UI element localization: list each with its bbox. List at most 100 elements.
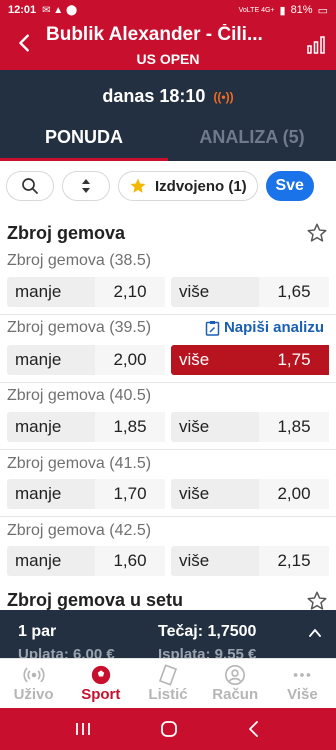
odd-under-button[interactable]: manje 1,85	[7, 412, 165, 442]
odd-label: više	[179, 350, 210, 369]
nav-item-racun[interactable]: Račun	[202, 659, 269, 708]
nav-label: Uživo	[13, 686, 54, 703]
ball-icon	[91, 665, 110, 685]
market-label: Zbroj gemova (42.5)	[7, 522, 152, 539]
edit-note-icon	[205, 320, 220, 336]
betslip-odds: Tečaj: 1,7500	[158, 623, 256, 641]
system-back-icon[interactable]	[245, 720, 263, 738]
market-label: Zbroj gemova (41.5)	[7, 455, 152, 472]
status-right: VoLTE 4G+ ▮ 81% ▭	[239, 4, 328, 17]
odd-value: 2,00	[95, 345, 165, 375]
search-button[interactable]	[6, 171, 54, 201]
odd-label: manje	[15, 417, 62, 436]
tab-ponuda[interactable]: PONUDA	[0, 118, 168, 161]
odd-value: 1,75	[259, 345, 329, 375]
app-header: Bublik Alexander - Čili... US OPEN	[0, 20, 336, 70]
battery-label: 81%	[290, 4, 313, 16]
divider	[0, 516, 336, 517]
sort-button[interactable]	[62, 171, 110, 201]
odd-label: više	[179, 417, 210, 436]
odd-value: 1,85	[259, 412, 329, 442]
odd-value: 1,60	[95, 546, 165, 576]
divider	[0, 314, 336, 315]
notification-icons: ✉ ▲ ⬤	[42, 4, 78, 16]
odd-label: više	[179, 282, 210, 301]
battery-icon: ▭	[317, 4, 328, 17]
event-time: danas 18:10	[102, 86, 206, 106]
featured-filter-label: Izdvojeno (1)	[155, 177, 247, 195]
write-analysis-button[interactable]: Napiši analizu	[205, 319, 324, 336]
tab-bar: PONUDA ANALIZA (5)	[0, 118, 336, 161]
signal-icon: ▮	[279, 4, 286, 17]
betslip-stake: Uplata: 6,00 €	[18, 646, 115, 658]
page-subtitle: US OPEN	[136, 51, 200, 67]
tab-analiza[interactable]: ANALIZA (5)	[168, 118, 336, 161]
broadcast-icon: ((•))	[213, 89, 234, 104]
divider	[0, 382, 336, 383]
odd-label: manje	[15, 484, 62, 503]
betslip-pairs: 1 par	[18, 623, 57, 640]
sort-icon	[82, 179, 90, 193]
system-navigation-bar	[0, 708, 336, 750]
search-icon	[22, 178, 38, 194]
betslip-bar[interactable]: 1 par Tečaj: 1,7500 Uplata: 6,00 € Ispla…	[0, 610, 336, 658]
home-icon[interactable]	[159, 719, 179, 739]
odd-label: manje	[15, 350, 62, 369]
live-icon	[23, 667, 45, 683]
nav-item-vise[interactable]: Više	[269, 659, 336, 708]
betslip-payout: Isplata: 9,55 €	[158, 646, 257, 658]
event-bar: danas 18:10 ((•)) PONUDA ANALIZA (5)	[0, 70, 336, 161]
section-title-next: Zbroj gemova u setu	[7, 590, 184, 610]
odd-over-button-selected[interactable]: više 1,75	[171, 345, 329, 375]
betslip-odds-label: Tečaj:	[158, 623, 204, 640]
chevron-up-icon[interactable]	[308, 626, 322, 640]
network-label: VoLTE 4G+	[238, 6, 275, 14]
odd-under-button[interactable]: manje 1,70	[7, 479, 165, 509]
odd-over-button[interactable]: više 1,85	[171, 412, 329, 442]
odd-label: više	[179, 484, 210, 503]
odd-label: više	[179, 551, 210, 570]
odd-label: manje	[15, 551, 62, 570]
betslip-odds-value: 1,7500	[207, 623, 257, 640]
nav-item-uzivo[interactable]: Uživo	[0, 659, 67, 708]
status-time: 12:01	[8, 4, 37, 16]
nav-label: Listić	[148, 686, 188, 703]
statistics-icon[interactable]	[306, 34, 326, 54]
account-icon	[225, 665, 246, 685]
nav-item-listic[interactable]: Listić	[134, 659, 201, 708]
recent-apps-icon[interactable]	[73, 720, 93, 738]
odd-value: 2,15	[259, 546, 329, 576]
status-bar: 12:01 ✉ ▲ ⬤ VoLTE 4G+ ▮ 81% ▭	[0, 0, 336, 20]
nav-label: Sport	[81, 686, 121, 703]
odd-over-button[interactable]: više 2,00	[171, 479, 329, 509]
market-label: Zbroj gemova (38.5)	[7, 252, 152, 269]
divider	[0, 449, 336, 450]
write-analysis-label: Napiši analizu	[223, 319, 324, 336]
page-title: Bublik Alexander - Čili...	[46, 24, 263, 45]
odd-value: 2,10	[95, 277, 165, 307]
odd-value: 2,00	[259, 479, 329, 509]
market-label: Zbroj gemova (40.5)	[7, 387, 152, 404]
filter-bar: Izdvojeno (1) Sve	[0, 161, 336, 211]
favorite-star-icon[interactable]	[306, 590, 328, 610]
star-filled-icon	[130, 178, 146, 193]
odd-over-button[interactable]: više 2,15	[171, 546, 329, 576]
odd-under-button[interactable]: manje 2,00	[7, 345, 165, 375]
nav-item-sport[interactable]: Sport	[67, 659, 134, 708]
all-filter-button[interactable]: Sve	[265, 171, 314, 201]
featured-filter[interactable]: Izdvojeno (1)	[118, 171, 258, 201]
odd-over-button[interactable]: više 1,65	[171, 277, 329, 307]
markets-list: Zbroj gemova Zbroj gemova (38.5) manje 2…	[0, 211, 336, 610]
more-icon	[294, 673, 311, 677]
nav-label: Više	[287, 686, 318, 703]
nav-label: Račun	[212, 686, 259, 703]
favorite-star-icon[interactable]	[306, 222, 328, 244]
odd-label: manje	[15, 282, 62, 301]
odd-under-button[interactable]: manje 1,60	[7, 546, 165, 576]
odd-value: 1,85	[95, 412, 165, 442]
event-time-row: danas 18:10 ((•))	[0, 86, 336, 107]
odd-value: 1,65	[259, 277, 329, 307]
odd-under-button[interactable]: manje 2,10	[7, 277, 165, 307]
market-label: Zbroj gemova (39.5)	[7, 319, 152, 336]
section-title: Zbroj gemova	[7, 223, 126, 243]
